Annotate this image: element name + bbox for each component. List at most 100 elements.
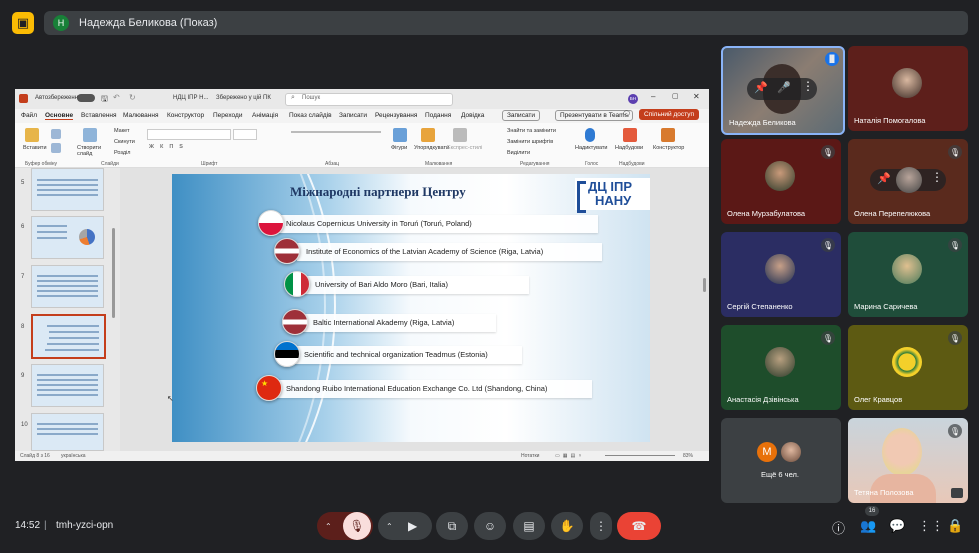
autosave-toggle[interactable]: [77, 94, 95, 102]
maximize-icon[interactable]: ▢: [672, 92, 679, 100]
thumbnails-scrollbar[interactable]: [112, 228, 115, 318]
file-name: НДЦ ІПР Н...: [173, 95, 209, 101]
pin-icon[interactable]: 📌: [754, 81, 768, 94]
notes-button[interactable]: Нотатки: [521, 453, 539, 459]
font-size-select[interactable]: [233, 129, 257, 140]
tab-review[interactable]: Рецензування: [375, 112, 417, 119]
more-options-icon[interactable]: ⋮: [931, 170, 943, 184]
reset-button[interactable]: Скинути: [114, 139, 135, 145]
tab-home[interactable]: Основне: [45, 112, 74, 120]
tab-draw[interactable]: Малювання: [123, 112, 158, 119]
participant-tile[interactable]: 🎙 Анастасія Дзівінська: [721, 325, 841, 410]
save-icon[interactable]: 🖫: [101, 93, 108, 107]
slide-canvas: Міжнародні партнери Центру ДЦ ІПР НАНУ N…: [120, 168, 709, 451]
dictate-icon[interactable]: [585, 128, 595, 142]
participant-tile[interactable]: 🎙 📌 ⋮ Олена Перепелюкова: [848, 139, 968, 224]
participant-tile-self[interactable]: 🎙 Тетяна Полозова: [848, 418, 968, 503]
dictate-label: Надиктувати: [575, 145, 608, 151]
close-icon[interactable]: ✕: [693, 92, 700, 101]
participant-tile[interactable]: 🎙 Марина Саричева: [848, 232, 968, 317]
chat-icon[interactable]: 💬: [889, 518, 905, 534]
microphone-icon[interactable]: 🎤: [777, 81, 791, 94]
mic-off-icon: 🎙: [948, 145, 962, 159]
slide-number: 10: [21, 422, 28, 428]
share-button[interactable]: Спільний доступ: [639, 109, 699, 120]
copy-icon[interactable]: [51, 143, 61, 153]
activities-icon[interactable]: ⋮⋮: [918, 518, 944, 534]
tab-insert[interactable]: Вставлення: [81, 112, 117, 119]
tab-design[interactable]: Конструктор: [167, 112, 204, 119]
partner-text: Nicolaus Copernicus University in Toruń …: [286, 219, 472, 228]
view-buttons[interactable]: ▭▦▤♆: [555, 453, 585, 459]
tab-view[interactable]: Подання: [425, 112, 451, 119]
more-participants-tile[interactable]: M Ещё 6 чел.: [721, 418, 841, 503]
tab-transitions[interactable]: Переходи: [213, 112, 242, 119]
partner-text: University of Bari Aldo Moro (Bari, Ital…: [315, 280, 448, 289]
tab-file[interactable]: Файл: [21, 112, 37, 119]
comment-icon[interactable]: 🗨: [622, 110, 631, 118]
paste-label: Вставити: [23, 145, 47, 151]
record-button[interactable]: Записати: [502, 110, 541, 121]
zoom-slider[interactable]: [605, 455, 675, 456]
addins-icon[interactable]: [623, 128, 637, 142]
slide-number: 7: [21, 274, 25, 280]
canvas-scrollbar[interactable]: [703, 278, 706, 292]
present-screen-button[interactable]: ⧉: [436, 512, 468, 540]
info-icon[interactable]: ⓘ: [832, 518, 845, 537]
font-name-select[interactable]: [147, 129, 231, 140]
tab-slideshow[interactable]: Показ слайдів: [289, 112, 332, 119]
host-controls-icon[interactable]: 🔒: [947, 518, 963, 534]
tab-help[interactable]: Довідка: [461, 112, 484, 119]
font-format-buttons[interactable]: ЖКПS: [149, 144, 189, 150]
shapes-label: Фігури: [391, 145, 408, 151]
people-icon[interactable]: 👥: [860, 518, 876, 534]
save-status[interactable]: Збережено у цій ПК: [216, 95, 271, 101]
more-options-button[interactable]: ⋮: [590, 512, 612, 540]
participant-tile[interactable]: 🎙 Олег Кравцов: [848, 325, 968, 410]
undo-icon[interactable]: ↶: [113, 93, 120, 102]
end-call-button[interactable]: ☎: [617, 512, 661, 540]
minimize-icon[interactable]: –: [651, 92, 655, 101]
slide-thumbnail[interactable]: [31, 265, 104, 308]
self-view-icon[interactable]: [951, 488, 963, 498]
redo-icon[interactable]: ↻: [129, 93, 136, 102]
reactions-button[interactable]: ☺: [474, 512, 506, 540]
tab-record[interactable]: Записати: [339, 112, 367, 119]
quick-styles-icon[interactable]: [453, 128, 467, 142]
raise-hand-button[interactable]: ✋: [551, 512, 583, 540]
replace-fonts-button[interactable]: Замінити шрифтів: [507, 139, 553, 145]
camera-button[interactable]: ▶: [408, 519, 417, 533]
slide: Міжнародні партнери Центру ДЦ ІПР НАНУ N…: [172, 174, 650, 442]
slide-thumbnail[interactable]: [31, 216, 104, 259]
shapes-icon[interactable]: [393, 128, 407, 142]
search-placeholder: Пошук: [302, 95, 321, 101]
slide-thumbnail[interactable]: [31, 413, 104, 451]
participant-tile[interactable]: 🎙 Сергій Степаненко: [721, 232, 841, 317]
mic-off-button[interactable]: 🎙: [343, 512, 371, 540]
more-options-icon[interactable]: ⋮: [802, 79, 814, 93]
tab-animation[interactable]: Анімація: [252, 112, 278, 119]
slide-thumbnail[interactable]: [31, 364, 104, 407]
pin-icon[interactable]: 📌: [877, 172, 891, 185]
logo-line2: НАНУ: [595, 193, 632, 208]
participant-tile[interactable]: Наталія Помогалова: [848, 46, 968, 131]
chevron-up-icon[interactable]: ⌃: [325, 522, 332, 531]
designer-icon[interactable]: [661, 128, 675, 142]
paste-icon[interactable]: [25, 128, 39, 142]
user-avatar[interactable]: БН: [628, 94, 638, 104]
layout-button[interactable]: Макет: [114, 128, 130, 134]
new-slide-icon[interactable]: [83, 128, 97, 142]
captions-button[interactable]: ▤: [513, 512, 545, 540]
cut-icon[interactable]: [51, 129, 61, 139]
participant-tile[interactable]: 🎙 Олена Мурзабулатова: [721, 139, 841, 224]
paragraph-buttons[interactable]: [291, 129, 381, 138]
find-replace-button[interactable]: Знайти та замінити: [507, 128, 556, 134]
chevron-up-icon[interactable]: ⌃: [386, 522, 393, 531]
section-button[interactable]: Розділ: [114, 150, 130, 156]
select-button[interactable]: Виділити: [507, 150, 530, 156]
slide-thumbnail-selected[interactable]: [31, 314, 106, 359]
arrange-icon[interactable]: [421, 128, 435, 142]
participant-tile-speaking[interactable]: 📌 🎤 ⋮ ▐▌ Надежда Беликова: [721, 46, 845, 135]
participant-name: Олена Перепелюкова: [854, 209, 931, 218]
slide-thumbnail[interactable]: [31, 168, 104, 211]
